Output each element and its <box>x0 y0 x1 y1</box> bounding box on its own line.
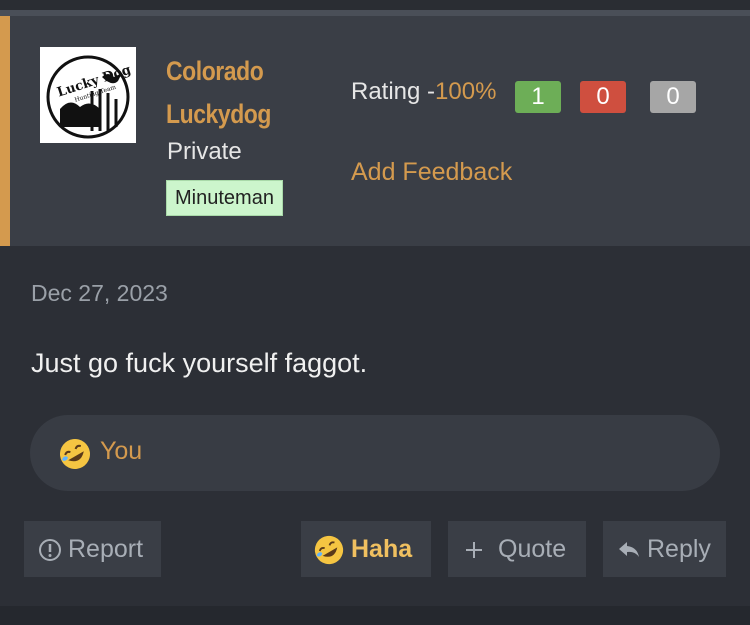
top-bar <box>0 0 750 10</box>
alert-circle-icon <box>39 539 61 562</box>
reactions-bar[interactable]: You <box>30 415 720 491</box>
add-feedback-link[interactable]: Add Feedback <box>351 158 512 187</box>
username-line-1: Colorado <box>166 56 264 86</box>
reply-button[interactable]: Reply <box>603 521 726 577</box>
post-message: Just go fuck yourself faggot. <box>31 348 368 378</box>
rating-negative-count[interactable]: 0 <box>580 81 626 113</box>
rating-label: Rating -100% <box>351 78 496 106</box>
post-date[interactable]: Dec 27, 2023 <box>31 280 168 307</box>
user-badge: Minuteman <box>166 180 283 216</box>
laughing-emoji-icon <box>314 536 344 565</box>
report-label: Report <box>68 535 144 563</box>
reply-label: Reply <box>647 535 711 563</box>
user-rank: Private <box>167 138 242 165</box>
rating-prefix: Rating - <box>351 78 436 105</box>
username-link[interactable]: Colorado Luckydog <box>166 50 302 136</box>
report-button[interactable]: Report <box>24 521 161 577</box>
accent-stripe <box>0 16 10 246</box>
plus-icon <box>466 542 482 559</box>
username-line-2: Luckydog <box>166 99 271 129</box>
quote-label: Quote <box>498 535 567 563</box>
rating-neutral-count[interactable]: 0 <box>650 81 696 113</box>
rolling-on-floor-laughing-icon <box>60 439 90 469</box>
reply-arrow-icon <box>619 542 639 558</box>
bottom-bar <box>0 606 750 625</box>
haha-button[interactable]: Haha <box>301 521 431 577</box>
post-user-header: Lucky Dog Hunting Team Colorado Luckydog… <box>0 16 750 246</box>
haha-label: Haha <box>351 535 413 563</box>
avatar[interactable]: Lucky Dog Hunting Team <box>40 47 136 143</box>
quote-button[interactable]: Quote <box>448 521 586 577</box>
avatar-logo: Lucky Dog Hunting Team <box>40 47 136 143</box>
rating-percent: 100% <box>435 78 497 105</box>
rating-positive-count[interactable]: 1 <box>515 81 561 113</box>
reaction-user-you[interactable]: You <box>100 437 142 466</box>
